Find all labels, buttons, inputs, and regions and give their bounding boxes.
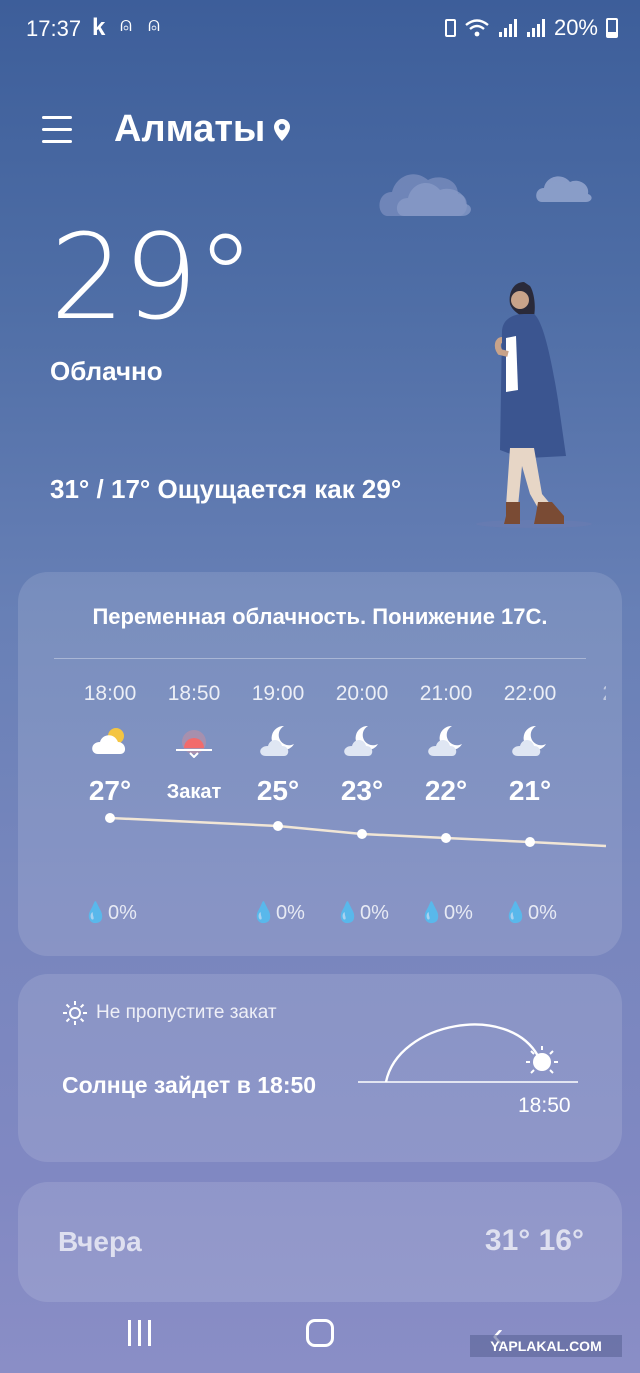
hour-time: 18:50 xyxy=(167,682,221,705)
cloudy-night-icon xyxy=(512,725,546,756)
home-button[interactable] xyxy=(306,1319,334,1347)
high-low-feels-like: 31° / 17° Ощущается как 29° xyxy=(50,474,402,504)
notification-icon: ⍝ xyxy=(148,14,160,36)
hour-precip: 💧0% xyxy=(503,902,557,924)
city-title[interactable]: Алматы xyxy=(114,108,291,151)
yesterday-label: Вчера xyxy=(58,1226,142,1257)
hour-time: 20:00 xyxy=(335,682,389,705)
notification-icon: ⍝ xyxy=(120,14,132,36)
hour-time: 23 xyxy=(572,682,606,706)
recent-apps-button[interactable] xyxy=(128,1320,156,1346)
sunset-card[interactable]: Не пропустите закат Солнце зайдет в 18:5… xyxy=(18,974,622,1162)
sunset-text: Солнце зайдет в 18:50 xyxy=(62,1072,317,1098)
sunset-icon xyxy=(176,730,212,759)
temperature-trend-line xyxy=(105,813,606,848)
sunset-notice: Не пропустите закат xyxy=(62,1000,277,1026)
yesterday-card[interactable]: Вчера 31° 16° xyxy=(18,1182,622,1302)
hour-item: 21:00 22° 💧0% xyxy=(404,682,488,924)
hour-precip: 💧0% xyxy=(419,902,473,924)
signal-icon xyxy=(526,19,545,37)
hour-temp: 27° xyxy=(88,775,132,806)
status-bar: 17:37 k ⍝ ⍝ 20% xyxy=(0,0,640,58)
battery-saver-icon xyxy=(444,19,456,37)
hour-temp: 2 xyxy=(572,775,606,807)
battery-icon xyxy=(606,18,618,38)
hour-temp: Закат xyxy=(166,781,222,803)
cloudy-night-icon xyxy=(260,725,294,756)
wifi-icon xyxy=(465,19,489,37)
hour-precip: 💧0% xyxy=(83,902,137,924)
sunset-time: 18:50 xyxy=(518,1094,571,1117)
cloudy-night-icon xyxy=(594,724,606,758)
location-pin-icon xyxy=(274,118,291,141)
status-time: 17:37 xyxy=(26,16,82,41)
hour-temp: 25° xyxy=(256,775,300,806)
hour-temp: 21° xyxy=(508,775,552,806)
partly-cloudy-day-icon xyxy=(92,728,126,754)
trend-point xyxy=(273,821,283,831)
hour-time: 22:00 xyxy=(503,682,557,705)
cloudy-night-icon xyxy=(344,725,378,756)
trend-point xyxy=(105,813,115,823)
hour-item: 19:00 25° 💧0% xyxy=(236,682,320,924)
hour-precip: 💧0% xyxy=(335,902,389,924)
trend-point xyxy=(525,837,535,847)
hour-time: 18:00 xyxy=(83,682,137,705)
hourly-forecast-card[interactable]: Переменная облачность. Понижение 17С. 18… xyxy=(18,572,622,956)
hourly-strip[interactable]: 18:00 27° 💧0% 18:50 Закат 19:00 25° 💧0% … xyxy=(46,682,606,942)
current-temperature: 29° xyxy=(50,208,255,346)
status-right: 20% xyxy=(444,15,618,41)
hour-temp: 22° xyxy=(424,775,468,806)
city-name: Алматы xyxy=(114,108,266,150)
kinopoisk-icon: k xyxy=(92,14,106,41)
hour-item: 23 2 xyxy=(572,682,606,807)
sun-icon xyxy=(63,1001,87,1025)
hour-item: 22:00 21° 💧0% xyxy=(488,682,572,924)
person-illustration xyxy=(476,282,592,528)
cloud-illustration-small xyxy=(536,176,592,202)
forecast-summary: Переменная облачность. Понижение 17С. xyxy=(92,604,548,629)
trend-point xyxy=(441,833,451,843)
hour-item: 18:00 27° 💧0% xyxy=(68,682,152,924)
hour-time: 21:00 xyxy=(419,682,473,705)
battery-percent: 20% xyxy=(553,15,598,40)
hour-precip: 💧0% xyxy=(251,902,305,924)
yesterday-temps: 31° 16° xyxy=(484,1224,584,1257)
hour-temp: 23° xyxy=(340,775,384,806)
hour-time: 19:00 xyxy=(251,682,305,705)
menu-icon[interactable] xyxy=(42,116,72,144)
navigation-bar: ‹ xyxy=(0,1290,640,1373)
cloudy-night-icon xyxy=(428,725,462,756)
watermark: YAPLAKAL.COM xyxy=(470,1335,622,1357)
cloud-illustration xyxy=(379,174,471,216)
hour-item: 20:00 23° 💧0% xyxy=(320,682,404,924)
sunset-notice-text: Не пропустите закат xyxy=(96,1002,277,1023)
signal-icon xyxy=(498,19,517,37)
trend-point xyxy=(357,829,367,839)
hour-item: 18:50 Закат xyxy=(152,682,236,804)
divider xyxy=(54,658,586,659)
current-condition: Облачно xyxy=(50,356,163,386)
